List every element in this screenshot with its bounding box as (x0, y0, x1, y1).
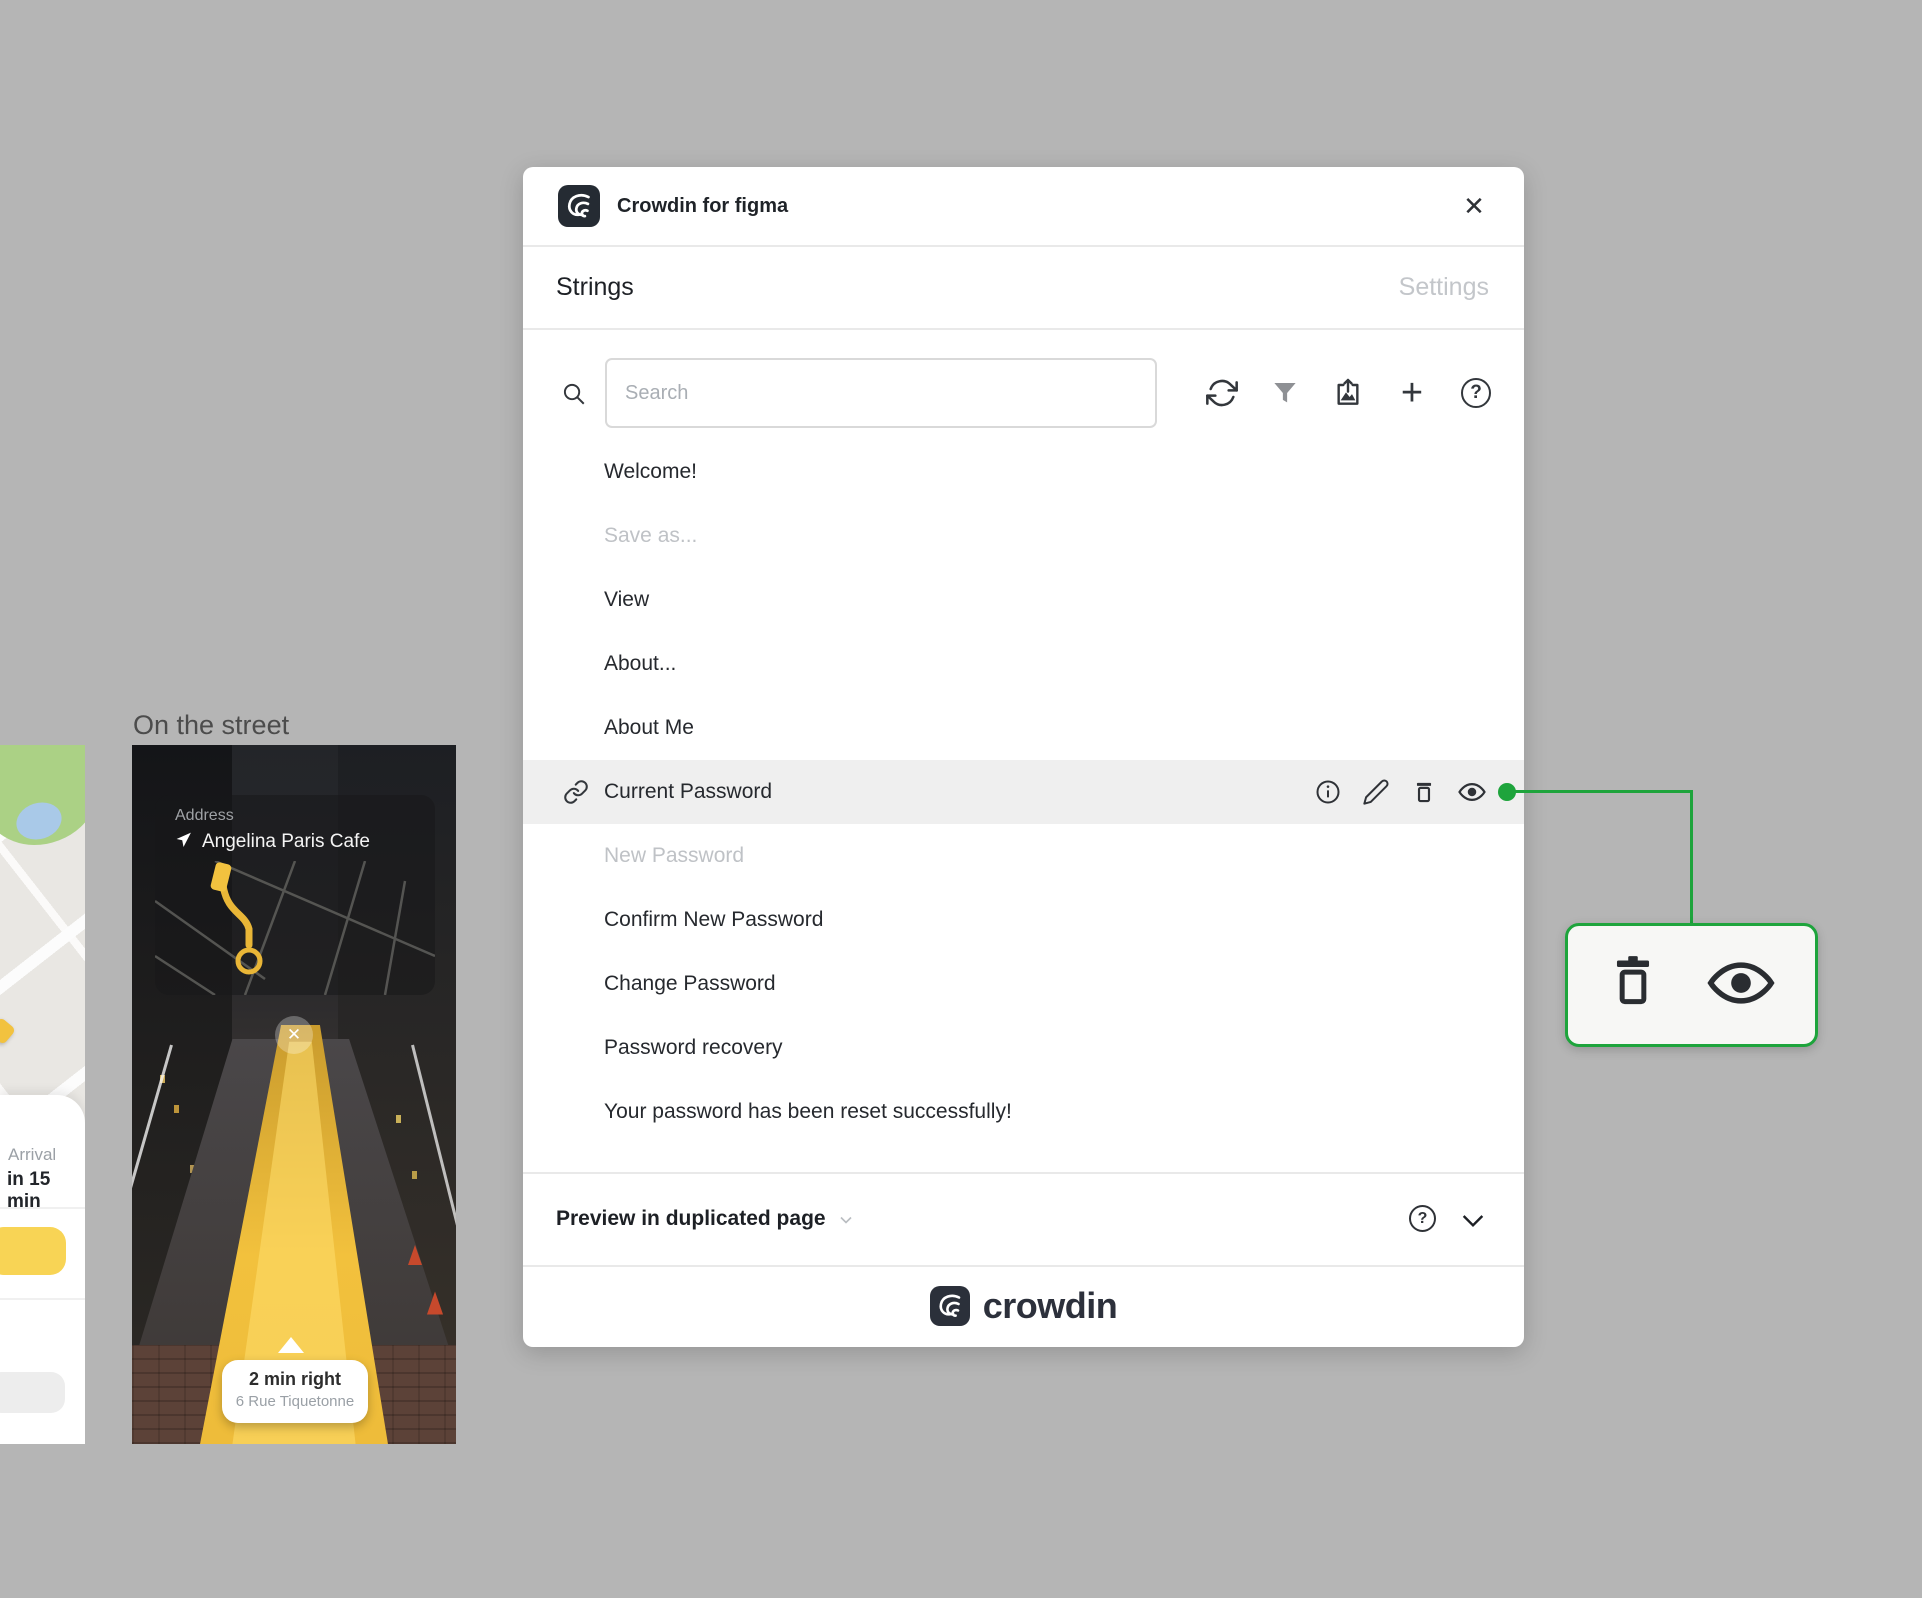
crowdin-logo-icon (929, 1286, 970, 1326)
crowdin-footer-brand[interactable]: crowdin (523, 1265, 1524, 1347)
overlay-mini-map (155, 861, 435, 995)
traffic-cone (408, 1245, 422, 1265)
address-overlay-card: Address Angelina Paris Cafe (155, 795, 435, 995)
frame-title-on-the-street[interactable]: On the street (133, 710, 289, 741)
arrival-label: Arrival (8, 1145, 57, 1164)
address-label: Address (175, 807, 234, 824)
ar-direction-arrow (278, 1337, 304, 1353)
string-row-actions (1313, 760, 1487, 824)
frame-street-ar[interactable]: 20 Address Angelina Paris Cafe ✕ 2 min r… (132, 745, 456, 1444)
direction-subtitle: 6 Rue Tiquetonne (235, 1393, 355, 1410)
plugin-bottom-bar: Preview in duplicated page ? (523, 1172, 1524, 1265)
string-row[interactable]: Confirm New Password (523, 888, 1524, 952)
edit-icon[interactable] (1361, 777, 1391, 807)
refresh-icon[interactable] (1203, 374, 1241, 412)
string-row[interactable]: View (523, 568, 1524, 632)
search-icon (561, 381, 587, 407)
string-row[interactable]: New Password (523, 824, 1524, 888)
collapse-chevron-icon[interactable] (1457, 1204, 1489, 1236)
string-row[interactable]: About Me (523, 696, 1524, 760)
add-string-icon[interactable]: + (1393, 374, 1431, 412)
string-row[interactable]: About... (523, 632, 1524, 696)
close-icon[interactable]: ✕ (1460, 191, 1488, 221)
direction-card: 2 min right 6 Rue Tiquetonne (222, 1360, 368, 1423)
frame-map-app[interactable]: Arrival in 15 min (0, 745, 85, 1444)
chevron-down-icon (836, 1210, 856, 1230)
navigation-arrow-icon (175, 831, 192, 853)
map-bottom-sheet: Arrival in 15 min (0, 1095, 85, 1444)
string-row[interactable]: Change Password (523, 952, 1524, 1016)
export-image-icon[interactable] (1329, 374, 1367, 412)
string-row-label: Current Password (604, 780, 773, 803)
plugin-header: Crowdin for figma (523, 167, 1524, 245)
preview-mode-label: Preview in duplicated page (556, 1206, 826, 1230)
crowdin-logo-icon (558, 185, 600, 227)
preview-eye-icon[interactable] (1457, 777, 1487, 807)
filter-icon[interactable] (1266, 374, 1304, 412)
traffic-cone (426, 1291, 444, 1315)
divider (523, 328, 1524, 330)
help-icon[interactable]: ? (1457, 374, 1495, 412)
preview-eye-icon-large (1705, 957, 1777, 1014)
direction-title: 2 min right (248, 1369, 341, 1389)
plugin-tabs: Strings Settings (523, 247, 1524, 328)
divider (0, 1298, 85, 1300)
link-icon (563, 779, 589, 805)
strings-list: Welcome! Save as... View About... About … (523, 440, 1524, 1172)
annotation-connector-line (1690, 790, 1693, 925)
divider (0, 1207, 85, 1209)
address-value: Angelina Paris Cafe (202, 831, 370, 852)
overlay-dismiss-button: ✕ (275, 1016, 313, 1054)
preview-mode-dropdown[interactable]: Preview in duplicated page (556, 1172, 856, 1265)
tab-settings[interactable]: Settings (1399, 273, 1489, 302)
tab-strings[interactable]: Strings (556, 273, 634, 302)
annotation-connector-line (1507, 790, 1692, 793)
crowdin-wordmark: crowdin (982, 1285, 1118, 1326)
map-primary-button (0, 1227, 66, 1275)
string-row[interactable]: Welcome! (523, 440, 1524, 504)
string-row[interactable]: Save as... (523, 504, 1524, 568)
actions-zoom-callout (1565, 923, 1818, 1047)
preview-help-icon[interactable]: ? (1409, 1205, 1436, 1232)
string-row[interactable]: Password recovery (523, 1016, 1524, 1080)
delete-icon[interactable] (1409, 777, 1439, 807)
search-input[interactable] (605, 358, 1157, 428)
plugin-title: Crowdin for figma (617, 194, 789, 217)
delete-icon-large (1607, 953, 1659, 1018)
info-icon[interactable] (1313, 777, 1343, 807)
map-secondary-button (0, 1372, 65, 1413)
crowdin-plugin-window: Crowdin for figma ✕ Strings Settings + ?… (523, 167, 1524, 1347)
string-row[interactable]: Your password has been reset successfull… (523, 1080, 1524, 1144)
string-row-selected[interactable]: Current Password (523, 760, 1524, 824)
